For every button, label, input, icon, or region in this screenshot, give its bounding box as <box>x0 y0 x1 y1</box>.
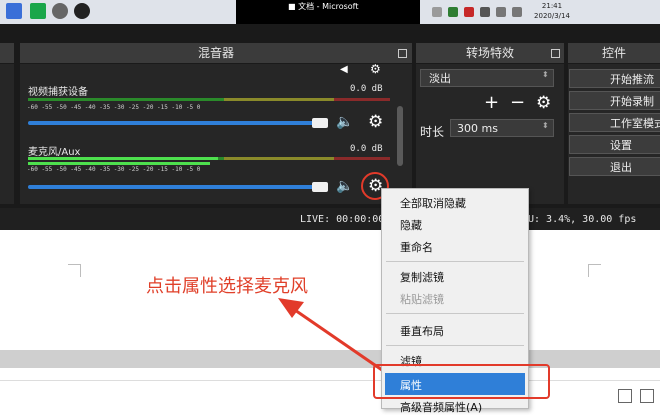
menu-separator <box>386 313 524 314</box>
volume-slider[interactable] <box>28 185 318 189</box>
gear-icon[interactable]: ⚙ <box>368 112 383 132</box>
menu-item-hide[interactable]: 隐藏 <box>400 217 422 233</box>
menu-item-unhide-all[interactable]: 全部取消隐藏 <box>400 195 466 211</box>
gear-icon[interactable]: ⚙ <box>370 62 381 76</box>
mixer-scrollbar[interactable] <box>397 106 403 166</box>
gear-icon[interactable]: ⚙ <box>536 93 551 113</box>
channel-db: 0.0 dB <box>350 84 383 94</box>
duration-label: 时长 <box>420 125 445 139</box>
fullscreen-icon[interactable] <box>618 389 632 403</box>
transition-selected: 淡出 <box>429 72 451 85</box>
camera-icon[interactable] <box>74 3 90 19</box>
speaker-icon[interactable]: 🔈 <box>336 178 353 194</box>
transitions-header: 转场特效 <box>416 43 564 63</box>
meter-red <box>334 157 390 160</box>
meter-level <box>28 162 210 165</box>
menu-item-rename[interactable]: 重命名 <box>400 239 433 255</box>
speaker-icon[interactable]: ◀ <box>340 64 348 75</box>
meter-level <box>28 157 218 160</box>
cpu-status: U: 3.4%, 30.00 fps <box>528 214 637 225</box>
clock-time: 21:41 <box>541 2 563 10</box>
menu-item-advanced-audio[interactable]: 高级音频属性(A) <box>400 399 482 415</box>
float-icon[interactable] <box>551 49 560 58</box>
taskbar: ■ 文档 - Microsoft 21:41 2020/3/14 <box>0 0 660 24</box>
volume-icon[interactable] <box>512 7 522 17</box>
tray-icon[interactable] <box>448 7 458 17</box>
volume-slider-handle[interactable] <box>312 182 328 192</box>
meter-yellow <box>224 98 334 101</box>
tray-icon[interactable] <box>480 7 490 17</box>
scene-dock <box>0 64 14 204</box>
scene-dock-header <box>0 43 14 63</box>
start-recording-button[interactable]: 开始录制 <box>569 91 660 110</box>
duration-input[interactable]: 300 ms <box>450 119 554 137</box>
mixer-title: 混音器 <box>197 46 234 60</box>
meter-scale: -60 -55 -50 -45 -40 -35 -30 -25 -20 -15 … <box>27 166 201 173</box>
meter-scale: -60 -55 -50 -45 -40 -35 -30 -25 -20 -15 … <box>27 104 201 111</box>
meter-yellow <box>224 157 334 160</box>
menu-item-vertical-layout[interactable]: 垂直布局 <box>400 323 444 339</box>
channel-db: 0.0 dB <box>350 144 383 154</box>
settings-button[interactable]: 设置 <box>569 135 660 154</box>
studio-mode-button[interactable]: 工作室模式 <box>569 113 660 132</box>
transitions-title: 转场特效 <box>465 46 514 60</box>
speaker-icon[interactable]: 🔈 <box>336 114 353 130</box>
window-icon[interactable] <box>640 389 654 403</box>
taskbar-window[interactable]: ■ 文档 - Microsoft <box>236 0 420 24</box>
highlight-box <box>373 364 550 399</box>
exit-button[interactable]: 退出 <box>569 157 660 176</box>
spin-icon: ⬍ <box>542 70 549 79</box>
clock-date: 2020/3/14 <box>534 12 570 20</box>
bottom-bar <box>0 380 660 408</box>
menu-item-copy-filters[interactable]: 复制滤镜 <box>400 269 444 285</box>
network-icon[interactable] <box>496 7 506 17</box>
channel-name: 视频捕获设备 <box>28 87 88 98</box>
obs-icon[interactable] <box>52 3 68 19</box>
app-icon[interactable] <box>6 3 22 19</box>
duration-value: 300 ms <box>457 122 498 135</box>
start-streaming-button[interactable]: 开始推流 <box>569 69 660 88</box>
meter-green <box>28 98 224 101</box>
menu-item-paste-filters: 粘贴滤镜 <box>400 293 444 306</box>
status-bar: LIVE: 00:00:00 U: 3.4%, 30.00 fps <box>0 208 660 230</box>
live-status: LIVE: 00:00:00 <box>300 214 385 225</box>
tray-icon[interactable] <box>464 7 474 17</box>
float-icon[interactable] <box>398 49 407 58</box>
tray-icon[interactable] <box>432 7 442 17</box>
controls-title: 控件 <box>601 46 626 60</box>
menu-separator <box>386 345 524 346</box>
spin-icon[interactable]: ⬍ <box>542 121 549 130</box>
remove-icon[interactable]: − <box>510 92 525 113</box>
wechat-icon[interactable] <box>30 3 46 19</box>
mixer-header: 混音器 <box>20 43 412 63</box>
page-corner <box>588 264 601 277</box>
page-corner <box>68 264 81 277</box>
controls-header: 控件 <box>568 43 660 63</box>
volume-slider[interactable] <box>28 121 318 125</box>
menu-separator <box>386 261 524 262</box>
channel-name: 麦克风/Aux <box>28 147 81 158</box>
volume-slider-handle[interactable] <box>312 118 328 128</box>
add-icon[interactable]: + <box>484 92 499 113</box>
taskbar-window-title: ■ 文档 - Microsoft <box>288 2 359 11</box>
meter-red <box>334 98 390 101</box>
transition-select[interactable]: 淡出 <box>420 69 554 87</box>
